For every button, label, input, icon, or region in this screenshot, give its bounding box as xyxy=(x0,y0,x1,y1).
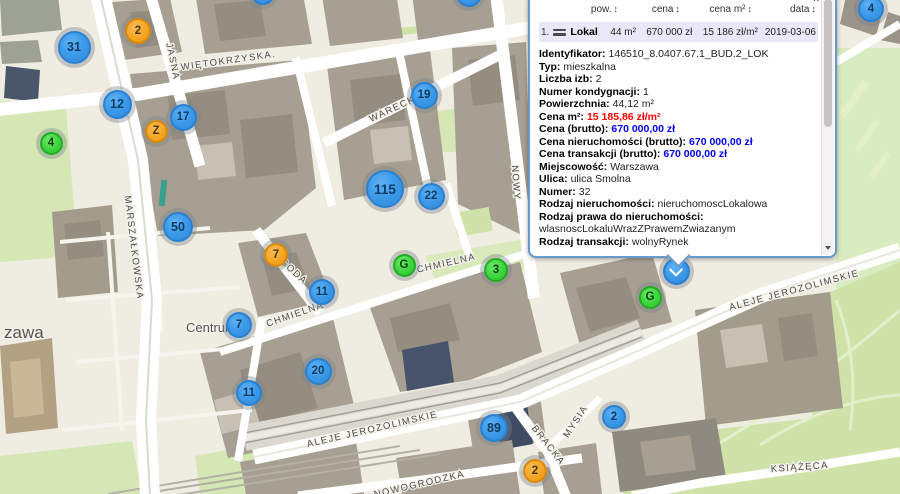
row-pow: 44 m² xyxy=(598,27,636,38)
detail-label: Typ: xyxy=(539,61,560,73)
detail-line: Cena transakcji (brutto):670 000,00 zł xyxy=(539,148,818,161)
map-marker[interactable]: 11 xyxy=(309,279,335,305)
detail-value: 670 000,00 zł xyxy=(689,136,753,148)
detail-line: Numer kondygnacji:1 xyxy=(539,86,818,99)
map-marker[interactable]: 22 xyxy=(418,183,445,210)
detail-label: Miejscowość: xyxy=(539,161,607,173)
map-marker[interactable]: 4 xyxy=(40,132,63,155)
detail-line: Identyfikator:146510_8.0407.67.1_BUD.2_L… xyxy=(539,48,818,61)
detail-line: Typ:mieszkalna xyxy=(539,61,818,74)
column-header-cena[interactable]: cena↕ xyxy=(618,4,680,15)
map-marker[interactable]: 50 xyxy=(163,212,193,242)
row-cena: 670 000 zł xyxy=(636,27,692,38)
detail-line: Powierzchnia:44,12 m² xyxy=(539,98,818,111)
detail-value: 670 000,00 zł xyxy=(663,148,727,160)
detail-value: 146510_8.0407.67.1_BUD.2_LOK xyxy=(609,48,769,60)
map-marker[interactable]: Z xyxy=(145,120,168,143)
detail-label: Liczba izb: xyxy=(539,73,593,85)
popup-scrollbar[interactable] xyxy=(821,0,834,255)
detail-line: Numer:32 xyxy=(539,186,818,199)
detail-value: wolnyRynek xyxy=(632,236,689,248)
result-row[interactable]: 1. Lokal 44 m² 670 000 zł 15 186 zł/m² 2… xyxy=(539,22,818,42)
map-marker[interactable]: 11 xyxy=(236,380,262,406)
map-marker[interactable]: G xyxy=(639,286,662,309)
map-marker[interactable]: 2 xyxy=(125,18,151,44)
detail-value: ulica Smolna xyxy=(571,173,631,185)
detail-value: 1 xyxy=(643,86,649,98)
map-marker[interactable]: G xyxy=(393,254,416,277)
detail-line: Cena m²:15 185,86 zł/m² xyxy=(539,111,818,124)
detail-line: Cena nieruchomości (brutto):670 000,00 z… xyxy=(539,136,818,149)
property-details: Identyfikator:146510_8.0407.67.1_BUD.2_L… xyxy=(539,48,818,248)
detail-label: Numer kondygnacji: xyxy=(539,86,640,98)
detail-label: Identyfikator: xyxy=(539,48,606,60)
column-label: cena m² xyxy=(709,4,745,15)
detail-label: Powierzchnia: xyxy=(539,98,610,110)
detail-label: Cena (brutto): xyxy=(539,123,608,135)
map-marker[interactable]: 20 xyxy=(305,358,332,385)
scrollbar-down-button[interactable] xyxy=(822,242,834,254)
detail-label: Rodzaj prawa do nieruchomości: xyxy=(539,211,704,223)
column-header-date[interactable]: data↕ xyxy=(752,4,816,15)
triangle-down-icon xyxy=(825,246,831,250)
property-popup: x pow.↕cena↕cena m²↕data↕ 1. Lokal 44 m²… xyxy=(528,0,837,258)
results-table-header: pow.↕cena↕cena m²↕data↕ xyxy=(539,4,818,15)
row-type-label: Lokal xyxy=(570,26,597,38)
detail-value: Warszawa xyxy=(610,161,659,173)
column-header-pow[interactable]: pow.↕ xyxy=(576,4,618,15)
detail-label: Cena nieruchomości (brutto): xyxy=(539,136,686,148)
place-label: zawa xyxy=(4,323,44,342)
row-index: 1. xyxy=(541,27,549,38)
detail-line: Liczba izb:2 xyxy=(539,73,818,86)
map-marker[interactable]: 19 xyxy=(411,82,438,109)
detail-line: Rodzaj transakcji:wolnyRynek xyxy=(539,236,818,249)
detail-value: 2 xyxy=(596,73,602,85)
row-cena-m2: 15 186 zł/m² xyxy=(692,27,757,38)
detail-value: 44,12 m² xyxy=(613,98,654,110)
detail-line: Miejscowość:Warszawa xyxy=(539,161,818,174)
detail-label: Numer: xyxy=(539,186,576,198)
column-header-m2[interactable]: cena m²↕ xyxy=(680,4,752,15)
detail-value: mieszkalna xyxy=(563,61,616,73)
map-marker[interactable]: 31 xyxy=(58,31,91,64)
column-label: pow. xyxy=(591,4,612,15)
column-label: cena xyxy=(652,4,674,15)
scrollbar-thumb[interactable] xyxy=(824,0,832,127)
detail-label: Ulica: xyxy=(539,173,568,185)
detail-line: Cena (brutto):670 000,00 zł xyxy=(539,123,818,136)
map-marker[interactable]: 3 xyxy=(484,258,508,282)
detail-line: Ulica:ulica Smolna xyxy=(539,173,818,186)
map-marker[interactable]: 2 xyxy=(602,405,626,429)
map-marker[interactable]: 7 xyxy=(226,312,252,338)
row-data: 2019-03-06 xyxy=(758,27,816,38)
detail-value: 670 000,00 zł xyxy=(611,123,675,135)
detail-value: 15 185,86 zł/m² xyxy=(587,111,661,123)
map-stage: ŚWIĘTOKRZYSKA.JASNAMARSZAŁKOWSKAWARECKAZ… xyxy=(0,0,900,494)
detail-label: Rodzaj transakcji: xyxy=(539,236,629,248)
detail-value: 32 xyxy=(579,186,591,198)
detail-label: Cena transakcji (brutto): xyxy=(539,148,660,160)
detail-value: nieruchomoscLokalowa xyxy=(658,198,768,210)
detail-line: Rodzaj prawa do nieruchomości: xyxy=(539,211,818,224)
map-marker[interactable]: 7 xyxy=(264,243,288,267)
map-marker[interactable]: 2 xyxy=(523,459,547,483)
detail-value: wlasnoscLokaluWrazZPrawemZwiazanym xyxy=(539,223,735,235)
map-marker[interactable]: 115 xyxy=(366,170,404,208)
map-marker[interactable]: 89 xyxy=(480,414,508,442)
column-label: data xyxy=(790,4,809,15)
map-marker[interactable]: 17 xyxy=(170,104,197,131)
detail-line: Rodzaj nieruchomości:nieruchomoscLokalow… xyxy=(539,198,818,211)
lokal-icon xyxy=(553,29,566,36)
sort-icon: ↕ xyxy=(812,4,817,14)
detail-label: Cena m²: xyxy=(539,111,584,123)
detail-line: wlasnoscLokaluWrazZPrawemZwiazanym xyxy=(539,223,818,236)
map-marker[interactable]: 12 xyxy=(103,90,132,119)
popup-content: pow.↕cena↕cena m²↕data↕ 1. Lokal 44 m² 6… xyxy=(539,4,818,248)
detail-label: Rodzaj nieruchomości: xyxy=(539,198,655,210)
